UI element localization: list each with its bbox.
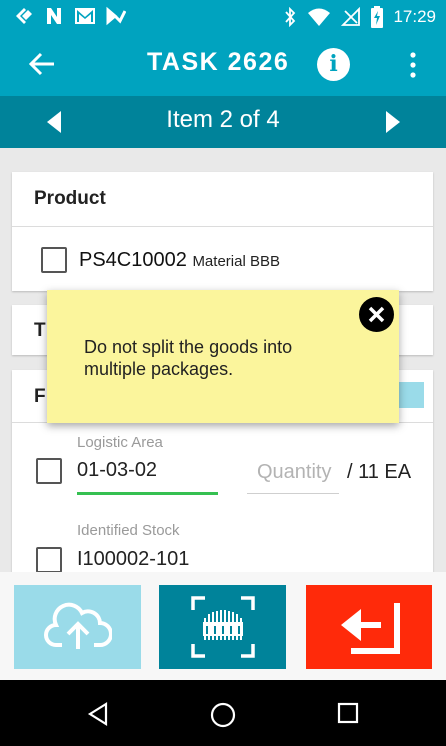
app-bar: TASK 2626 i	[0, 32, 446, 96]
identified-stock-input[interactable]: I100002-101	[77, 548, 189, 571]
product-card: Product	[12, 172, 433, 291]
return-button[interactable]	[306, 585, 432, 669]
divider	[12, 226, 433, 227]
logistic-area-underline	[77, 492, 218, 495]
overflow-menu-icon[interactable]	[408, 52, 418, 78]
action-bar	[0, 572, 446, 680]
product-card-header: Product	[34, 188, 106, 209]
status-bar: 17:29	[0, 0, 446, 32]
n-icon	[47, 8, 61, 24]
identified-stock-checkbox[interactable]	[36, 547, 62, 573]
product-line: PS4C10002 Material BBB	[79, 249, 280, 272]
upload-button[interactable]	[14, 585, 141, 669]
product-checkbox[interactable]	[41, 247, 67, 273]
stock-card-header: F	[34, 386, 46, 407]
identified-stock-label: Identified Stock	[77, 522, 180, 539]
barcode-scan-icon	[190, 596, 255, 658]
quantity-unit: / 11 EA	[347, 461, 412, 483]
second-card-header: T	[34, 320, 46, 341]
bluetooth-icon	[285, 7, 296, 27]
nav-home-icon[interactable]	[210, 702, 236, 728]
hint-popup: Do not split the goods into multiple pac…	[47, 290, 399, 423]
product-description: Material BBB	[192, 253, 280, 270]
close-icon	[368, 306, 385, 323]
logistic-area-label: Logistic Area	[77, 434, 163, 451]
item-navigator: Item 2 of 4	[0, 96, 446, 148]
logistic-area-input[interactable]: 01-03-02	[77, 459, 157, 482]
popup-close-button[interactable]	[359, 297, 394, 332]
wifi-icon	[308, 8, 331, 26]
item-position-label: Item 2 of 4	[166, 106, 280, 133]
info-icon[interactable]: i	[317, 48, 350, 81]
page-title: TASK 2626	[147, 48, 290, 76]
status-clock: 17:29	[393, 7, 436, 26]
android-nav-bar	[0, 680, 446, 746]
next-item-icon[interactable]	[385, 110, 401, 134]
nav-recents-icon[interactable]	[337, 702, 359, 724]
logistic-area-checkbox[interactable]	[36, 458, 62, 484]
battery-charging-icon	[371, 6, 384, 28]
popup-message: Do not split the goods into multiple pac…	[84, 337, 293, 379]
quantity-underline	[247, 493, 339, 494]
nav-back-icon[interactable]	[86, 702, 110, 726]
product-code: PS4C10002	[79, 249, 187, 271]
return-arrow-icon	[341, 603, 400, 654]
no-signal-icon	[341, 7, 361, 26]
back-arrow-icon[interactable]	[28, 50, 56, 78]
gmail-icon	[75, 8, 95, 24]
scan-barcode-button[interactable]	[159, 585, 286, 669]
tasks-icon	[106, 6, 126, 26]
flipboard-icon	[16, 8, 32, 24]
cloud-upload-icon	[43, 602, 112, 649]
quantity-input[interactable]: Quantity	[257, 461, 331, 484]
